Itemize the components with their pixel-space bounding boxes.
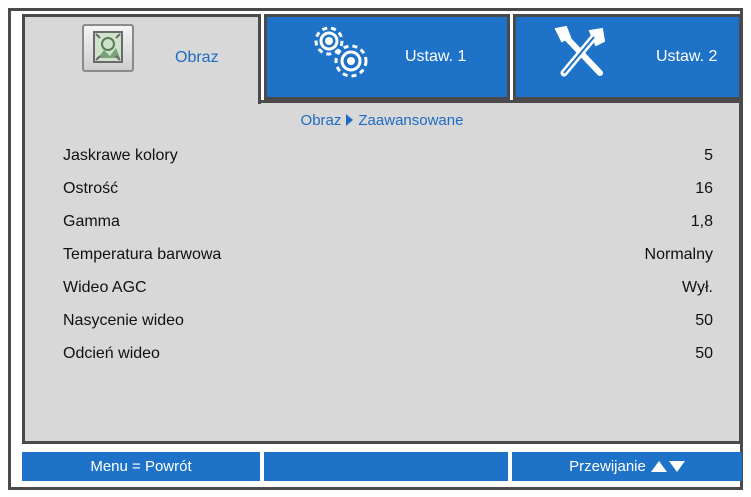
setting-label: Ostrość — [63, 180, 119, 197]
tab-ustaw-1[interactable]: Ustaw. 1 — [264, 14, 510, 100]
setting-label: Temperatura barwowa — [63, 246, 222, 263]
setting-label: Wideo AGC — [63, 279, 147, 296]
breadcrumb-current: Zaawansowane — [358, 112, 464, 129]
setting-label: Nasycenie wideo — [63, 312, 184, 329]
tab-obraz[interactable]: Obraz — [22, 14, 261, 104]
setting-row-jaskrawe-kolory[interactable]: Jaskrawe kolory 5 — [63, 144, 713, 168]
scroll-label: Przewijanie — [569, 458, 646, 475]
setting-label: Odcień wideo — [63, 345, 160, 362]
breadcrumb-parent[interactable]: Obraz — [301, 112, 342, 129]
setting-row-wideo-agc[interactable]: Wideo AGC Wył. — [63, 276, 713, 300]
setting-row-nasycenie-wideo[interactable]: Nasycenie wideo 50 — [63, 309, 713, 333]
setting-label: Jaskrawe kolory — [63, 147, 178, 164]
setting-value: 16 — [695, 180, 713, 197]
setting-row-odcien-wideo[interactable]: Odcień wideo 50 — [63, 342, 713, 366]
setting-value: Normalny — [644, 246, 713, 263]
tools-icon — [550, 23, 612, 86]
setting-value: 50 — [695, 312, 713, 329]
chevron-right-icon — [346, 114, 354, 126]
setting-row-gamma[interactable]: Gamma 1,8 — [63, 210, 713, 234]
setting-value: 50 — [695, 345, 713, 362]
settings-panel: Obraz Zaawansowane Jaskrawe kolory 5 Ostr… — [22, 100, 742, 444]
setting-label: Gamma — [63, 213, 120, 230]
setting-value: 5 — [704, 147, 713, 164]
picture-icon — [82, 24, 134, 72]
setting-value: Wył. — [682, 279, 713, 296]
setting-row-ostrosc[interactable]: Ostrość 16 — [63, 177, 713, 201]
tab-label: Obraz — [175, 49, 219, 66]
tab-label: Ustaw. 1 — [405, 48, 467, 65]
scroll-hint: Przewijanie — [512, 452, 742, 481]
menu-back-hint: Menu = Powrót — [22, 452, 260, 481]
menu-back-label: Menu = Powrót — [90, 458, 192, 475]
tab-ustaw-2[interactable]: Ustaw. 2 — [513, 14, 742, 100]
breadcrumb: Obraz Zaawansowane — [25, 112, 739, 129]
gears-icon — [311, 23, 371, 86]
arrow-up-icon — [650, 461, 667, 472]
setting-row-temperatura-barwowa[interactable]: Temperatura barwowa Normalny — [63, 243, 713, 267]
setting-value: 1,8 — [690, 213, 713, 230]
footer-middle — [264, 452, 508, 481]
tab-label: Ustaw. 2 — [656, 48, 718, 65]
arrow-down-icon — [668, 461, 685, 472]
